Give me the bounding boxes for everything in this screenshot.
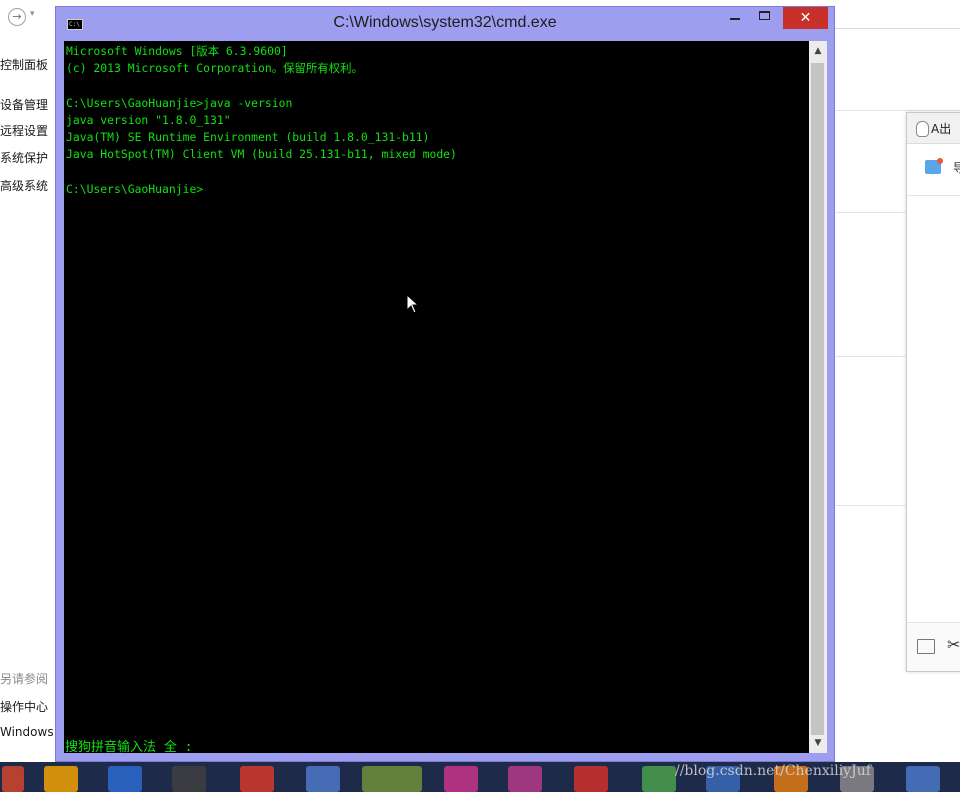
console-output[interactable]: Microsoft Windows [版本 6.3.9600] (c) 2013… [64,41,809,755]
sidebar-link-system-protection[interactable]: 系统保护 [0,149,56,166]
scroll-up-icon[interactable]: ▲ [809,43,827,59]
qq-tool-label: 导 [953,161,960,175]
taskbar-icon-app[interactable] [642,766,676,792]
qq-panel-titlebar[interactable]: A出 [907,113,960,144]
folder-icon[interactable] [917,639,935,654]
notification-dot [937,158,943,164]
console-text: Microsoft Windows [版本 6.3.9600] (c) 2013… [66,44,457,196]
taskbar-icon-explorer[interactable] [44,766,78,792]
taskbar-icon-camera[interactable] [172,766,206,792]
sidebar-link-remote-settings[interactable]: 远程设置 [0,122,56,139]
address-bar[interactable] [835,6,960,29]
qq-panel: A出 导 ✂ [906,112,960,672]
cmd-window: C:\ C:\Windows\system32\cmd.exe ✕ Micros… [55,6,835,762]
taskbar-icon-app[interactable] [508,766,542,792]
taskbar-icon-window[interactable] [306,766,340,792]
maximize-icon [759,11,770,20]
divider [907,195,960,196]
bottom-link-windows-update[interactable]: Windows [0,725,56,739]
sidebar-link-control-panel[interactable]: 控制面板 [0,56,56,73]
close-button[interactable]: ✕ [783,7,828,29]
qq-panel-toolbar: ✂ [907,622,960,671]
watermark-text: //blog.csdn.net/ChenxiliyJuf [675,763,871,779]
divider [835,110,960,111]
navigation-controls: → ▾ [0,0,60,30]
taskbar-icon-browser[interactable] [108,766,142,792]
scrollbar-thumb[interactable] [811,63,824,735]
bottom-link-action-center[interactable]: 操作中心 [0,698,56,715]
image-icon[interactable] [925,158,945,176]
taskbar-icon-app[interactable] [906,766,940,792]
chevron-down-icon[interactable]: ▾ [30,9,35,19]
minimize-button[interactable] [722,7,748,29]
see-also-heading: 另请参阅 [0,672,49,686]
sidebar-link-advanced-system[interactable]: 高级系统 [0,177,56,194]
close-icon: ✕ [799,10,812,26]
cmd-titlebar[interactable]: C:\ C:\Windows\system32\cmd.exe ✕ [56,7,834,41]
forward-button[interactable]: → [8,8,26,26]
taskbar-icon-start[interactable] [2,766,24,792]
scroll-down-icon[interactable]: ▼ [809,735,827,751]
taskbar-icon-app[interactable] [574,766,608,792]
vertical-scrollbar[interactable]: ▲ ▼ [809,41,827,753]
ime-status-bar: 搜狗拼音输入法 全 : [65,740,193,755]
window-title: C:\Windows\system32\cmd.exe [333,14,557,31]
qq-penguin-icon [916,121,929,137]
maximize-button[interactable] [752,7,778,29]
taskbar-icon-cmd[interactable] [362,766,422,792]
taskbar-icon-app[interactable] [444,766,478,792]
sidebar-link-device-manager[interactable]: 设备管理 [0,96,56,113]
mouse-pointer-icon [406,294,420,314]
minimize-icon [730,18,740,20]
qq-panel-title: A出 [931,122,952,136]
taskbar-icon-chrome[interactable] [240,766,274,792]
scissors-icon[interactable]: ✂ [947,635,960,654]
